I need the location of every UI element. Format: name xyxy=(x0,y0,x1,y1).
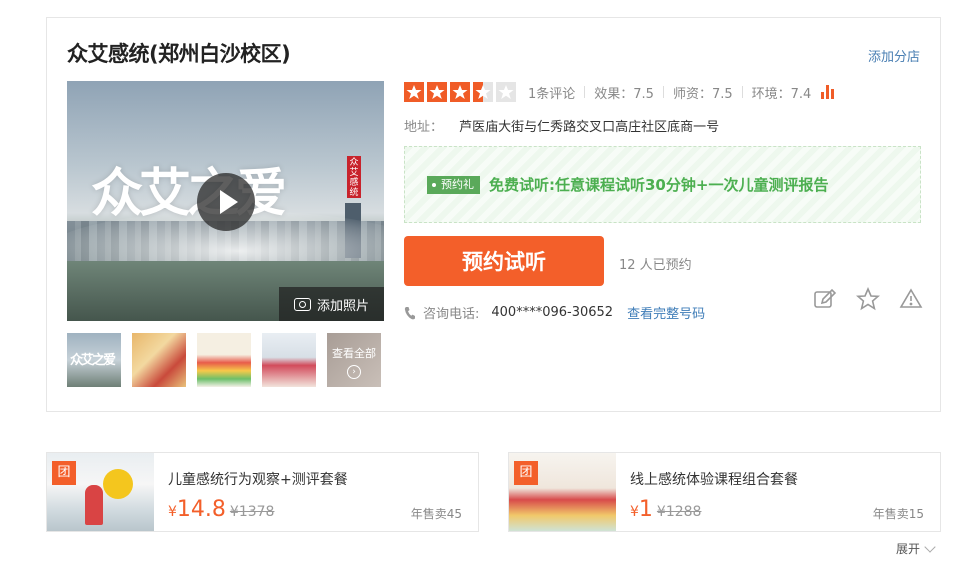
camera-icon xyxy=(293,297,311,311)
promo-banner: 预约礼 免费试听:任意课程试听30分钟+一次儿童测评报告 xyxy=(404,146,921,223)
book-trial-button[interactable]: 预约试听 xyxy=(404,236,604,286)
expand-label: 展开 xyxy=(896,542,921,556)
thumb-caption: 众艾之爱 xyxy=(70,353,116,368)
address-value: 芦医庙大街与仁秀路交叉口高庄社区底商一号 xyxy=(459,120,720,135)
currency-symbol: ¥ xyxy=(168,504,177,520)
divider xyxy=(662,86,664,98)
phone-row: 咨询电话: 400****096-30652 查看完整号码 xyxy=(404,303,705,322)
effect-score: 效果：7.5 xyxy=(594,86,654,102)
child xyxy=(85,485,103,525)
video-title-art: 众艾之爱 xyxy=(91,163,287,224)
video-seal: 众艾感统 xyxy=(347,156,361,198)
half-star-icon xyxy=(473,82,493,102)
photo-thumb[interactable] xyxy=(262,333,316,387)
expand-button[interactable]: 展开 xyxy=(896,540,936,557)
view-all-photos-button[interactable]: 查看全部 › xyxy=(327,333,381,387)
chevron-right-icon: › xyxy=(347,365,361,379)
promo-tag: 预约礼 xyxy=(427,175,480,194)
annual-sales: 年售卖45 xyxy=(410,507,462,521)
deal-price: ¥14.8 ¥1378 xyxy=(168,497,274,522)
address-row: 地址： 芦医庙大街与仁秀路交叉口高庄社区底商一号 xyxy=(404,116,719,135)
group-buy-badge: 团 xyxy=(52,461,76,485)
group-buy-badge: 团 xyxy=(514,461,538,485)
shop-video[interactable]: 众艾之爱 众艾感统 添加照片 xyxy=(67,81,384,321)
divider xyxy=(741,86,743,98)
deal-card[interactable]: 团 线上感统体验课程组合套餐 ¥1 ¥1288 年售卖15 xyxy=(508,452,941,532)
original-price: ¥1288 xyxy=(656,504,702,520)
booked-count: 12 人已预约 xyxy=(619,258,692,273)
phone-number: 400****096-30652 xyxy=(491,305,614,320)
report-warning-icon[interactable] xyxy=(899,287,923,311)
promo-text: 免费试听:任意课程试听30分钟+一次儿童测评报告 xyxy=(489,176,829,194)
price-value: 1 xyxy=(638,497,653,522)
deal-card[interactable]: 团 儿童感统行为观察+测评套餐 ¥14.8 ¥1378 年售卖45 xyxy=(46,452,479,532)
add-photo-label: 添加照片 xyxy=(316,298,369,314)
deal-price: ¥1 ¥1288 xyxy=(630,497,701,522)
bar-chart-icon[interactable] xyxy=(821,85,835,99)
ball xyxy=(103,469,133,499)
review-count[interactable]: 1条评论 xyxy=(528,83,575,102)
shop-title: 众艾感统(郑州白沙校区) xyxy=(67,42,291,66)
teachers-score: 师资：7.5 xyxy=(672,86,733,102)
environment-score: 环境：7.4 xyxy=(751,86,812,102)
phone-label: 咨询电话: xyxy=(423,307,480,322)
photo-thumbnails: 众艾之爱 查看全部 › xyxy=(67,333,381,387)
deal-name[interactable]: 线上感统体验课程组合套餐 xyxy=(630,469,798,489)
star-icon xyxy=(404,82,424,102)
rating-meta: 1条评论 效果：7.5 师资：7.5 环境：7.4 xyxy=(528,83,835,102)
view-all-label: 查看全部 xyxy=(332,347,376,360)
rating-row: 1条评论 效果：7.5 师资：7.5 环境：7.4 xyxy=(404,82,835,102)
photo-thumb[interactable]: 众艾之爱 xyxy=(67,333,121,387)
write-review-icon[interactable] xyxy=(813,287,837,311)
price-value: 14.8 xyxy=(176,497,226,522)
annual-sales: 年售卖15 xyxy=(872,507,924,521)
original-price: ¥1378 xyxy=(229,504,275,520)
add-branch-link[interactable]: 添加分店 xyxy=(868,46,920,65)
empty-star-icon xyxy=(496,82,516,102)
play-icon[interactable] xyxy=(197,173,255,231)
star-icon xyxy=(427,82,447,102)
view-full-number-link[interactable]: 查看完整号码 xyxy=(627,303,705,322)
shop-card: 众艾感统(郑州白沙校区) 添加分店 众艾之爱 众艾感统 添加照片 众艾之爱 查看… xyxy=(46,17,941,412)
photo-thumb[interactable] xyxy=(197,333,251,387)
phone-icon xyxy=(404,306,415,319)
add-photo-button[interactable]: 添加照片 xyxy=(279,287,384,321)
deal-name[interactable]: 儿童感统行为观察+测评套餐 xyxy=(168,469,348,489)
action-icons xyxy=(813,286,923,311)
currency-symbol: ¥ xyxy=(630,504,639,520)
address-label: 地址： xyxy=(404,120,444,135)
divider xyxy=(584,86,586,98)
star-icon xyxy=(450,82,470,102)
favorite-star-icon[interactable] xyxy=(855,286,881,311)
photo-thumb[interactable] xyxy=(132,333,186,387)
chevron-down-icon xyxy=(924,540,936,553)
